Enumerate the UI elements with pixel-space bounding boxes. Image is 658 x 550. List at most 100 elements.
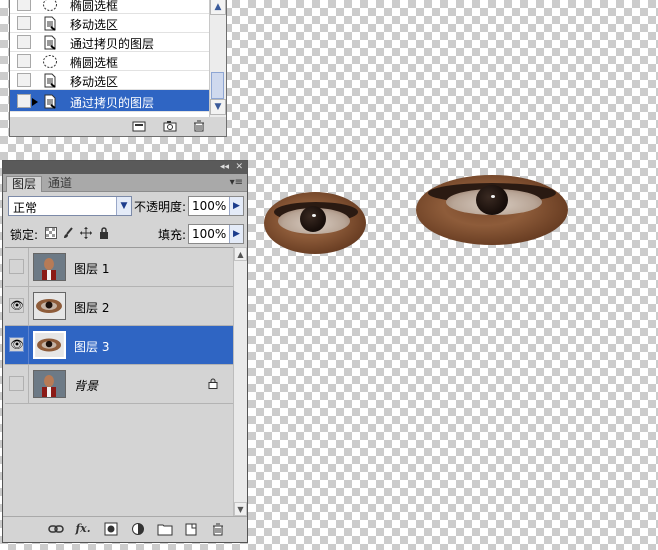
new-group-icon[interactable] — [157, 522, 173, 536]
history-state-arrow-icon — [32, 98, 38, 106]
panel-menu-icon[interactable]: ▾≡ — [230, 177, 243, 188]
divider — [28, 248, 29, 286]
portrait-thumbnail-icon — [34, 371, 65, 397]
eye-thumbnail-icon — [35, 333, 64, 357]
opacity-input[interactable]: 100% ▶ — [188, 196, 244, 216]
history-panel: 椭圆选框 移动选区 通过拷贝的图层 椭圆选框 移动选区 通过拷贝的图层 ▲ ▼ — [9, 0, 227, 137]
layer-name[interactable]: 图层 2 — [74, 299, 109, 316]
camera-snapshot-icon[interactable] — [163, 120, 177, 132]
lock-transparent-icon[interactable] — [45, 227, 57, 239]
visibility-toggle[interactable] — [9, 259, 24, 274]
eye-highlight — [312, 214, 316, 217]
layer-thumbnail — [33, 370, 66, 398]
layer-row-selected[interactable]: 👁 图层 3 — [5, 326, 233, 365]
chevron-down-icon[interactable]: ▼ — [116, 197, 131, 215]
lock-move-icon[interactable] — [80, 227, 92, 239]
eye-highlight — [491, 195, 495, 198]
history-brush-source-checkbox[interactable] — [17, 35, 31, 49]
lock-brush-icon[interactable] — [62, 227, 74, 239]
ellipse-marquee-icon — [43, 55, 57, 68]
iris — [300, 206, 326, 232]
eye-cutout-right — [416, 175, 568, 245]
history-item[interactable]: 移动选区 — [10, 14, 218, 33]
history-brush-source-checkbox[interactable] — [17, 54, 31, 68]
document-icon — [44, 73, 56, 88]
scroll-down-icon[interactable]: ▼ — [210, 99, 226, 115]
layer-name[interactable]: 背景 — [74, 377, 98, 394]
eye-cutout-left — [264, 192, 366, 254]
divider — [28, 365, 29, 403]
history-scrollbar[interactable]: ▲ ▼ — [209, 0, 226, 117]
history-item[interactable]: 通过拷贝的图层 — [10, 33, 218, 52]
visibility-toggle[interactable] — [9, 376, 24, 391]
divider — [28, 287, 29, 325]
layer-name[interactable]: 图层 1 — [74, 260, 109, 277]
layer-name[interactable]: 图层 3 — [74, 338, 109, 355]
new-layer-icon[interactable] — [183, 522, 199, 536]
history-list: 椭圆选框 移动选区 通过拷贝的图层 椭圆选框 移动选区 通过拷贝的图层 — [10, 0, 218, 117]
close-icon[interactable]: ✕ — [235, 161, 243, 174]
portrait-thumbnail-icon — [34, 254, 65, 280]
link-layers-icon[interactable] — [48, 522, 64, 536]
panel-titlebar[interactable]: ◂◂ ✕ — [3, 161, 247, 174]
document-icon — [44, 94, 56, 109]
ellipse-marquee-icon — [43, 0, 57, 11]
scroll-up-icon[interactable]: ▲ — [234, 247, 247, 261]
fx-icon[interactable]: fx. — [75, 522, 91, 536]
scroll-down-icon[interactable]: ▼ — [234, 502, 247, 516]
add-mask-icon[interactable] — [103, 522, 119, 536]
history-item-active[interactable]: 通过拷贝的图层 — [10, 90, 218, 112]
history-item-label: 通过拷贝的图层 — [70, 37, 155, 51]
opacity-label: 不透明度: — [134, 200, 187, 214]
eye-icon[interactable]: 👁 — [9, 337, 24, 352]
layers-scrollbar[interactable]: ▲ ▼ — [233, 247, 247, 516]
layer-thumbnail — [33, 253, 66, 281]
history-footer — [10, 117, 226, 136]
scroll-thumb[interactable] — [211, 72, 224, 99]
layers-panel: ◂◂ ✕ 图层 通道 ▾≡ 正常 ▼ 不透明度: 100% ▶ 锁定: 填充: … — [2, 160, 248, 543]
blend-mode-value: 正常 — [13, 201, 38, 215]
collapse-icon[interactable]: ◂◂ — [220, 161, 229, 174]
history-item[interactable]: 移动选区 — [10, 71, 218, 90]
layer-thumbnail — [33, 331, 66, 359]
adjustment-layer-icon[interactable] — [130, 522, 146, 536]
iris — [476, 185, 508, 215]
history-brush-source-checkbox[interactable] — [17, 73, 31, 87]
history-item-label: 通过拷贝的图层 — [70, 96, 155, 110]
lock-icon — [208, 378, 218, 389]
history-item-label: 椭圆选框 — [70, 0, 119, 13]
new-document-from-state-icon[interactable] — [132, 120, 146, 132]
layer-row[interactable]: 背景 — [5, 365, 233, 404]
history-brush-source-checkbox[interactable] — [17, 16, 31, 30]
layer-row[interactable]: 图层 1 — [5, 248, 233, 287]
delete-layer-icon[interactable] — [210, 522, 226, 536]
layers-bottom-toolbar: fx. — [3, 516, 247, 542]
trash-icon[interactable] — [192, 120, 206, 132]
blend-mode-select[interactable]: 正常 ▼ — [8, 196, 132, 216]
scroll-up-icon[interactable]: ▲ — [210, 0, 226, 15]
lock-label: 锁定: — [10, 228, 39, 242]
layer-list: 图层 1 👁 图层 2 👁 图层 3 背景 — [5, 247, 233, 525]
history-brush-source-checkbox[interactable] — [17, 94, 31, 108]
fill-value: 100% — [192, 227, 227, 241]
fill-input[interactable]: 100% ▶ — [188, 224, 244, 244]
layer-row[interactable]: 👁 图层 2 — [5, 287, 233, 326]
fill-slider-arrow-icon[interactable]: ▶ — [229, 225, 243, 243]
lock-all-icon[interactable] — [98, 227, 110, 239]
tab-channels[interactable]: 通道 — [43, 176, 77, 192]
history-item[interactable]: 椭圆选框 — [10, 52, 218, 71]
panel-tabbar: 图层 通道 ▾≡ — [3, 174, 247, 192]
layer-thumbnail — [33, 292, 66, 320]
history-item-label: 椭圆选框 — [70, 56, 119, 70]
opacity-slider-arrow-icon[interactable]: ▶ — [229, 197, 243, 215]
history-item-label: 移动选区 — [70, 18, 119, 32]
fill-label: 填充: — [158, 228, 187, 242]
eye-icon[interactable]: 👁 — [9, 298, 24, 313]
eye-thumbnail-icon — [34, 293, 65, 319]
history-item[interactable]: 椭圆选框 — [10, 0, 218, 14]
divider — [28, 326, 29, 364]
document-icon — [44, 16, 56, 31]
history-brush-source-checkbox[interactable] — [17, 0, 31, 11]
document-icon — [44, 35, 56, 50]
tab-layers[interactable]: 图层 — [6, 176, 43, 192]
